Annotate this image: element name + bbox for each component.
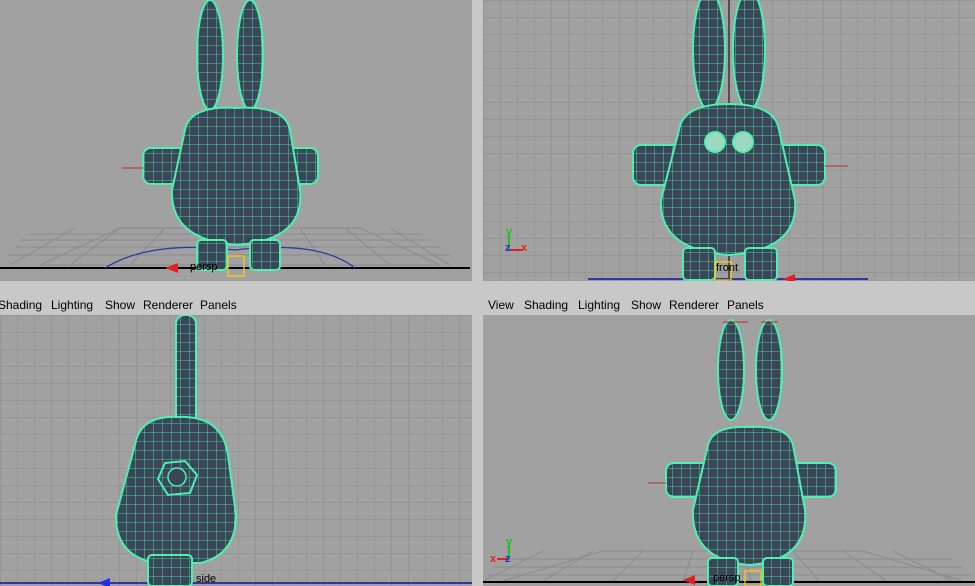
menu-shading[interactable]: Shading (524, 298, 568, 312)
menu-show[interactable]: Show (105, 298, 135, 312)
persp2-panel-menubar: View Shading Lighting Show Renderer Pane… (483, 295, 975, 315)
front-axis-x-label: x (521, 242, 528, 254)
persp2-axis-z-label: z (505, 553, 511, 565)
persp2-axis-y-label: y (506, 536, 513, 548)
side-panel-menubar: Shading Lighting Show Renderer Panels (0, 295, 472, 315)
menu-renderer[interactable]: Renderer (669, 298, 719, 312)
menu-lighting[interactable]: Lighting (578, 298, 620, 312)
side-grid-and-mesh (0, 315, 472, 586)
viewport-persp2[interactable]: y x z persp (483, 315, 975, 586)
persp2-axis-x-label: x (490, 553, 497, 565)
persp2-camera-label: persp (713, 572, 741, 584)
side-camera-label: side (196, 573, 217, 585)
viewport-side[interactable]: side (0, 315, 472, 586)
menu-panels[interactable]: Panels (727, 298, 764, 312)
menu-panels[interactable]: Panels (200, 298, 237, 312)
front-axis-y-label: y (506, 226, 513, 238)
persp-camera-label: persp (190, 261, 218, 273)
menu-renderer[interactable]: Renderer (143, 298, 193, 312)
viewport-persp[interactable]: persp (0, 0, 472, 281)
menu-view[interactable]: View (488, 298, 514, 312)
front-axis-z-label: z (505, 242, 511, 254)
front-grid-and-mesh (483, 0, 975, 281)
persp2-grid-and-mesh (483, 319, 975, 586)
front-camera-label: front (716, 262, 739, 274)
viewport-front[interactable]: y z x front (483, 0, 975, 281)
vertical-splitter-top[interactable] (472, 0, 483, 281)
vertical-splitter-bottom[interactable] (472, 315, 483, 586)
menu-lighting[interactable]: Lighting (51, 298, 93, 312)
persp-grid-and-mesh (0, 0, 470, 277)
menu-show[interactable]: Show (631, 298, 661, 312)
menu-shading[interactable]: Shading (0, 298, 42, 312)
